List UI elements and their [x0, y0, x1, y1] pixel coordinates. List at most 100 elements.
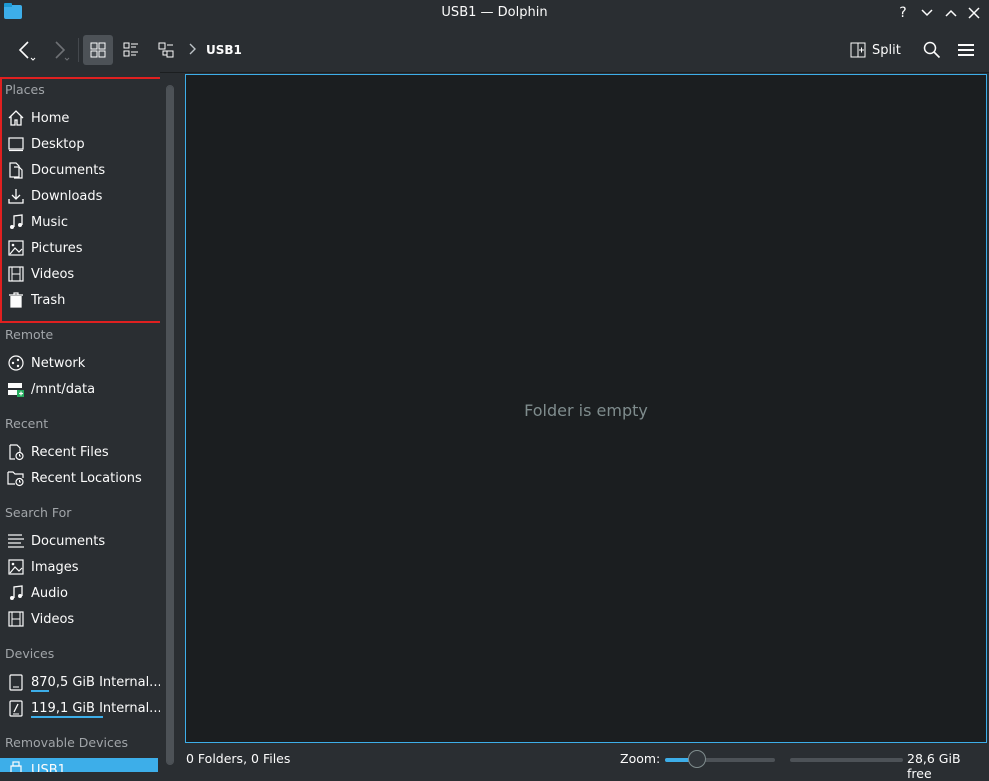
icons-view-icon: [90, 42, 106, 58]
sidebar-scrollbar-handle[interactable]: [167, 86, 173, 764]
section-heading-removable-devices: Removable Devices: [5, 735, 129, 750]
split-view-icon: [850, 42, 866, 58]
documents-icon: [7, 161, 25, 179]
sidebar-item-desktop[interactable]: Desktop: [0, 132, 160, 156]
section-heading-devices: Devices: [5, 646, 55, 661]
maximize-button[interactable]: [941, 3, 961, 23]
hard-drive-icon: [7, 673, 25, 691]
sidebar-item-label: 870,5 GiB Internal...: [31, 674, 160, 690]
ssd-drive-icon: [7, 699, 25, 717]
minimize-button[interactable]: [917, 3, 937, 23]
zoom-label: Zoom:: [620, 751, 661, 766]
details-view-button[interactable]: [151, 35, 181, 65]
sidebar-item-downloads[interactable]: Downloads: [0, 184, 160, 208]
back-arrow-icon: [18, 41, 36, 61]
sidebar-item-videos[interactable]: Videos: [0, 262, 160, 286]
section-heading-places: Places: [5, 82, 45, 97]
split-label: Split: [872, 42, 901, 58]
toolbar-separator: [78, 38, 79, 62]
music-icon: [7, 213, 25, 231]
sidebar-item-label: Audio: [31, 585, 68, 601]
sidebar-item-label: Desktop: [31, 136, 85, 152]
video-icon: [7, 610, 25, 628]
sidebar-item-trash[interactable]: Trash: [0, 288, 160, 312]
sidebar-item-search-audio[interactable]: Audio: [0, 581, 160, 605]
sidebar-item-search-images[interactable]: Images: [0, 555, 160, 579]
desktop-icon: [7, 135, 25, 153]
empty-folder-message: Folder is empty: [524, 401, 648, 420]
sidebar-item-label: Home: [31, 110, 70, 126]
hamburger-menu-button[interactable]: [951, 35, 981, 65]
sidebar-item-label: Network: [31, 355, 86, 371]
sidebar-item-label: Documents: [31, 533, 106, 549]
free-space-label: 28,6 GiB free: [907, 751, 961, 781]
sidebar-item-network[interactable]: Network: [0, 351, 160, 375]
main-toolbar: USB1 Split: [0, 26, 989, 73]
sidebar-item-label: Videos: [31, 266, 75, 282]
sidebar-item-documents[interactable]: Documents: [0, 158, 160, 182]
hamburger-menu-icon: [958, 44, 974, 56]
status-bar: 0 Folders, 0 Files Zoom: 28,6 GiB free: [160, 746, 989, 781]
sidebar-item-search-documents[interactable]: Documents: [0, 529, 160, 553]
split-button[interactable]: Split: [850, 35, 910, 65]
text-document-icon: [7, 532, 25, 550]
sidebar-item-pictures[interactable]: Pictures: [0, 236, 160, 260]
image-icon: [7, 558, 25, 576]
videos-icon: [7, 265, 25, 283]
forward-arrow-icon: [55, 41, 70, 61]
sidebar-item-home[interactable]: Home: [0, 106, 160, 130]
file-view[interactable]: Folder is empty: [185, 74, 987, 743]
recent-files-icon: [7, 443, 25, 461]
sidebar-item-label: Downloads: [31, 188, 103, 204]
sidebar-item-label: Trash: [31, 292, 66, 308]
sidebar-item-label: Recent Files: [31, 444, 109, 460]
sidebar-item-label: Documents: [31, 162, 106, 178]
sidebar-item-label: Videos: [31, 611, 75, 627]
network-icon: [7, 354, 25, 372]
audio-icon: [7, 584, 25, 602]
sidebar-item-label: USB1: [31, 762, 66, 773]
sidebar-item-device-870gib[interactable]: 870,5 GiB Internal...: [0, 670, 160, 694]
sidebar-item-label: Recent Locations: [31, 470, 142, 486]
zoom-slider-handle[interactable]: [688, 750, 706, 768]
compact-view-button[interactable]: [116, 35, 146, 65]
status-summary: 0 Folders, 0 Files: [186, 751, 291, 766]
compact-view-icon: [123, 42, 138, 57]
places-panel: Places Home Desktop Documents Downloads …: [0, 72, 160, 772]
sidebar-item-label: Music: [31, 214, 68, 230]
free-space-bar: [790, 758, 903, 762]
back-button[interactable]: [10, 35, 40, 65]
sidebar-item-recent-locations[interactable]: Recent Locations: [0, 466, 160, 490]
network-drive-icon: [7, 380, 25, 398]
downloads-icon: [7, 187, 25, 205]
window-title: USB1 — Dolphin: [441, 5, 548, 20]
search-button[interactable]: [917, 35, 947, 65]
recent-locations-icon: [7, 469, 25, 487]
sidebar-item-label: 119,1 GiB Internal...: [31, 700, 160, 716]
sidebar-item-mnt-data[interactable]: /mnt/data: [0, 377, 160, 401]
section-heading-remote: Remote: [5, 327, 54, 342]
breadcrumb-chevron-icon: [187, 43, 197, 55]
sidebar-item-recent-files[interactable]: Recent Files: [0, 440, 160, 464]
sidebar-item-music[interactable]: Music: [0, 210, 160, 234]
sidebar-item-usb1[interactable]: USB1: [0, 758, 158, 772]
details-view-icon: [158, 42, 174, 58]
usb-drive-icon: [7, 761, 25, 772]
title-bar: USB1 — Dolphin ?: [0, 0, 989, 26]
device-usage-bar: [31, 690, 49, 692]
sidebar-item-label: Pictures: [31, 240, 83, 256]
pictures-icon: [7, 239, 25, 257]
section-heading-search-for: Search For: [5, 505, 72, 520]
sidebar-item-search-videos[interactable]: Videos: [0, 607, 160, 631]
trash-icon: [7, 291, 25, 309]
search-icon: [923, 41, 941, 59]
help-icon[interactable]: ?: [893, 3, 913, 23]
home-icon: [7, 109, 25, 127]
icons-view-button[interactable]: [83, 35, 113, 65]
sidebar-item-label: Images: [31, 559, 79, 575]
device-usage-bar: [31, 716, 103, 718]
sidebar-item-label: /mnt/data: [31, 381, 96, 397]
breadcrumb-usb1[interactable]: USB1: [206, 43, 242, 57]
close-button[interactable]: [964, 3, 984, 23]
forward-button[interactable]: [44, 35, 74, 65]
